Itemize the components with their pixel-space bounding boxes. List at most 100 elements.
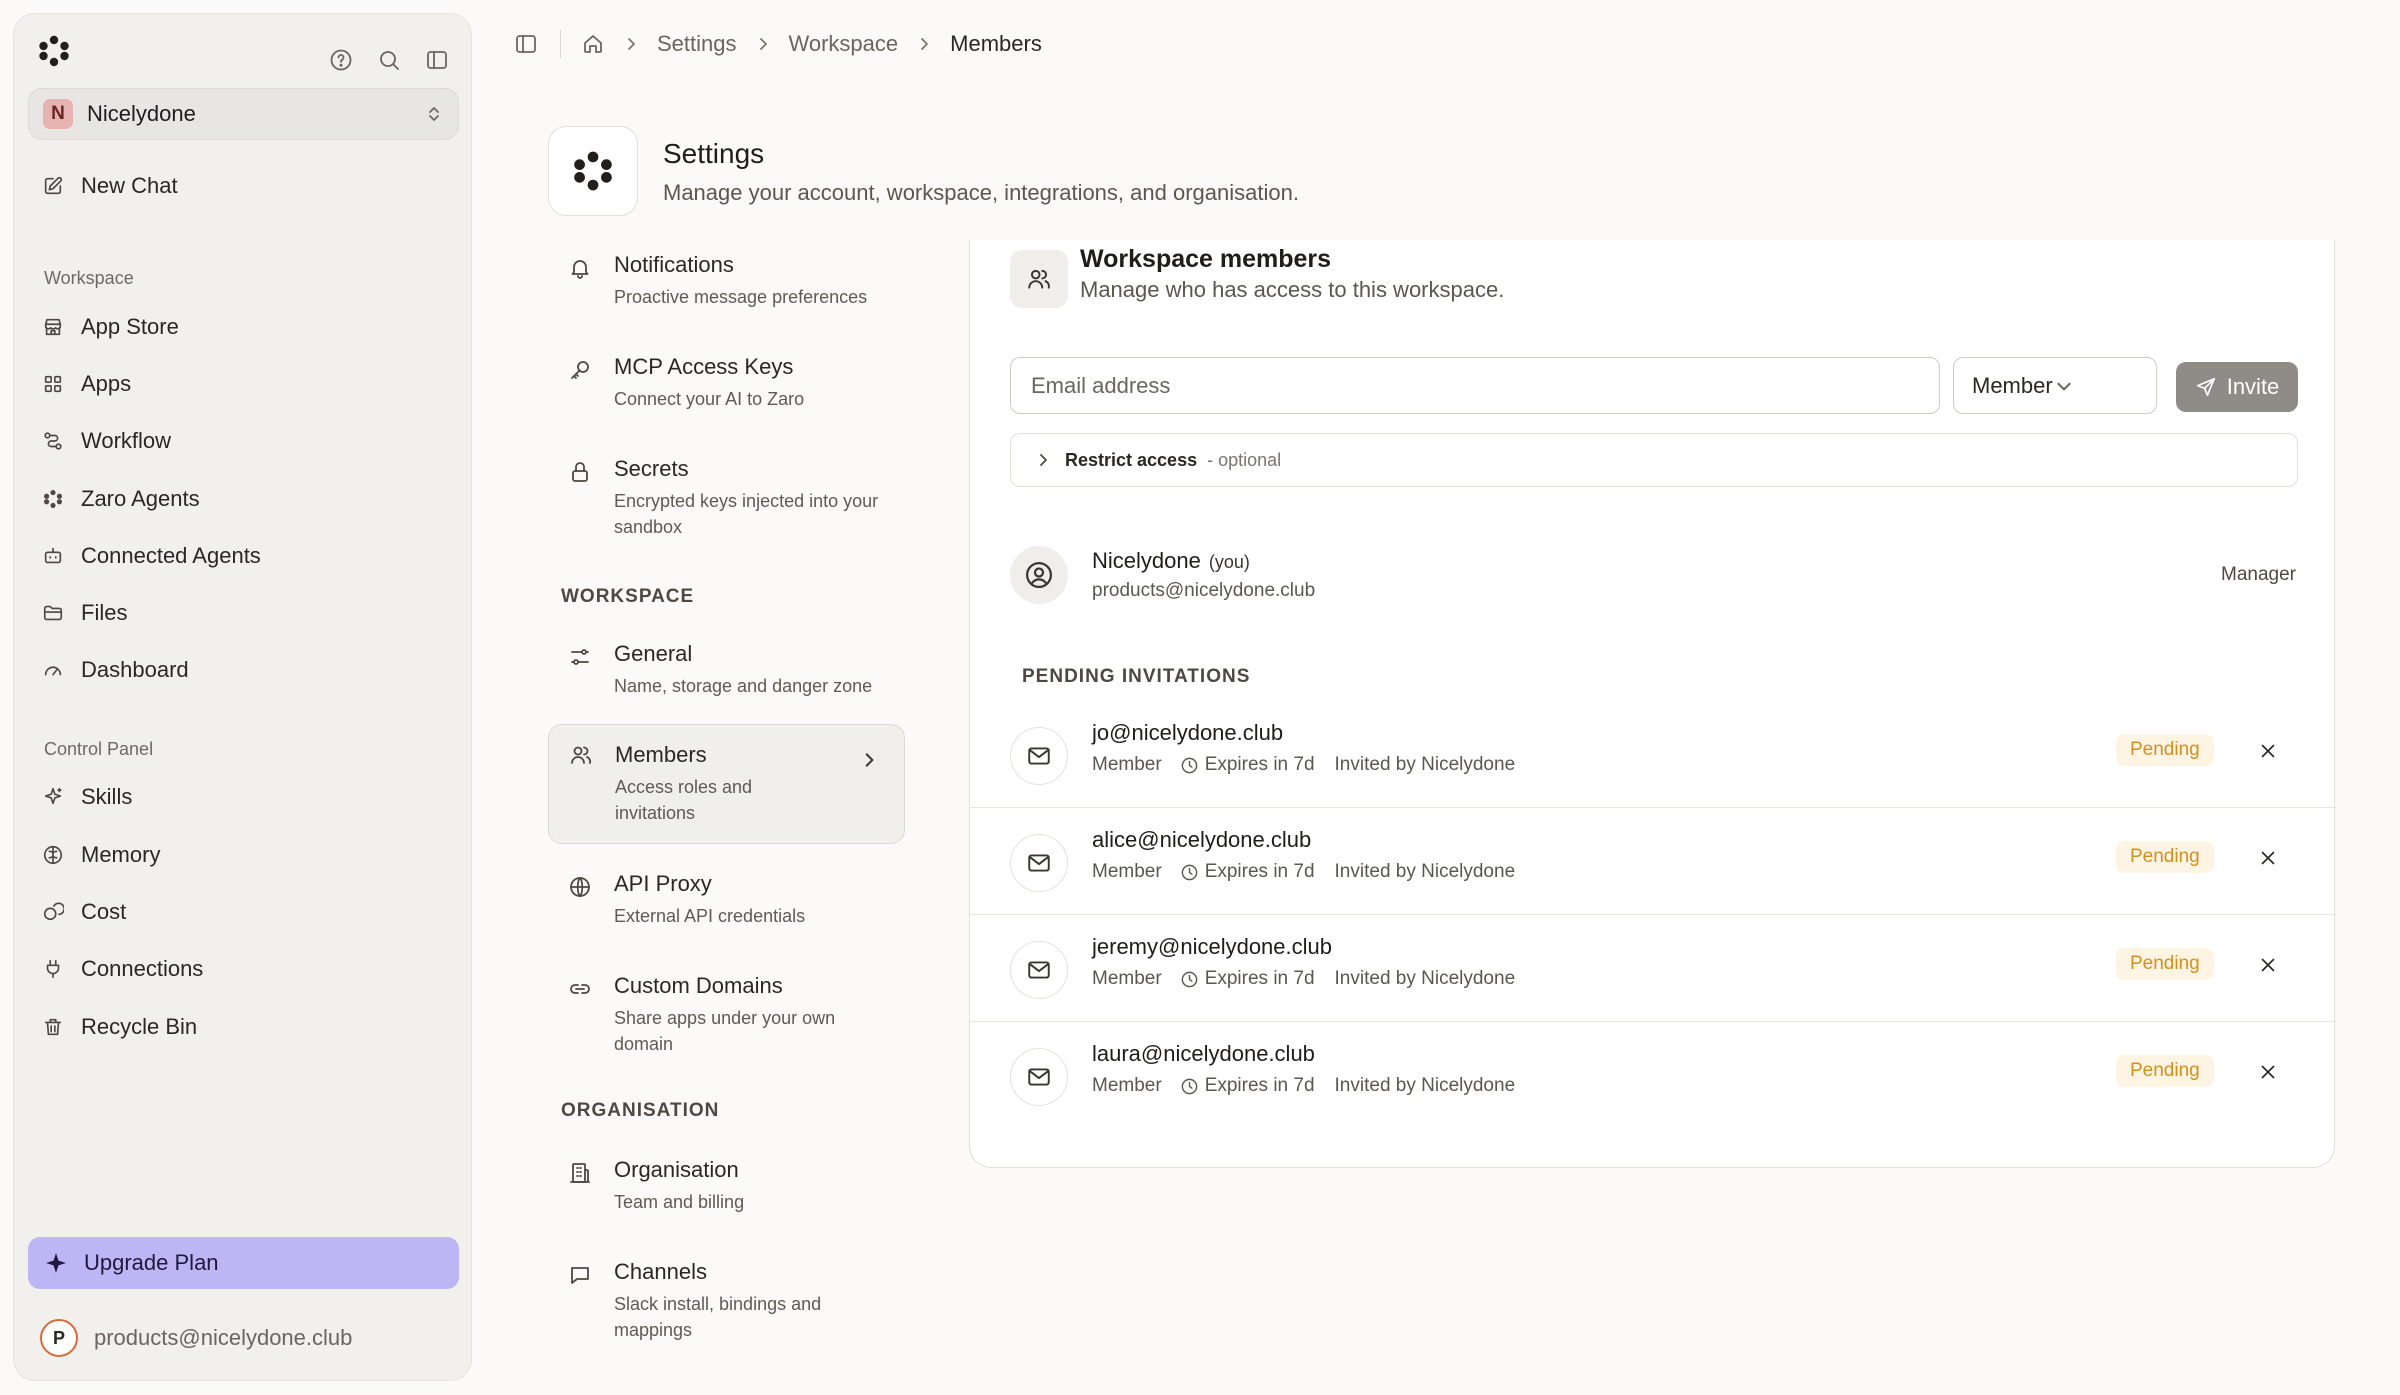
trash-icon bbox=[42, 1016, 64, 1038]
sidebar-item-skills[interactable]: Skills bbox=[42, 777, 132, 817]
invitation-inviter: Invited by Nicelydone bbox=[1334, 754, 1516, 775]
settings-nav-organisation[interactable]: Organisation Team and billing bbox=[548, 1157, 905, 1227]
mail-icon bbox=[1010, 1048, 1068, 1106]
nav-title: Organisation bbox=[614, 1157, 739, 1182]
sidebar-item-label: Memory bbox=[81, 842, 161, 867]
close-icon[interactable] bbox=[2257, 740, 2279, 762]
settings-nav-custom-domains[interactable]: Custom Domains Share apps under your own… bbox=[548, 973, 905, 1069]
help-icon[interactable] bbox=[329, 48, 353, 72]
invitation-inviter: Invited by Nicelydone bbox=[1334, 968, 1516, 989]
status-badge: Pending bbox=[2116, 841, 2214, 873]
invite-button[interactable]: Invite bbox=[2176, 362, 2298, 412]
divider bbox=[560, 30, 561, 58]
sidebar-item-workflow[interactable]: Workflow bbox=[42, 421, 171, 461]
sidebar-item-label: Connections bbox=[81, 956, 204, 981]
close-icon[interactable] bbox=[2257, 1061, 2279, 1083]
email-field[interactable] bbox=[1010, 357, 1940, 414]
role-select[interactable]: Member bbox=[1953, 357, 2157, 414]
workspace-switcher[interactable]: N Nicelydone bbox=[28, 88, 459, 140]
user-circle-icon bbox=[1010, 546, 1068, 604]
pending-invitations-heading: PENDING INVITATIONS bbox=[1022, 666, 1251, 687]
close-icon[interactable] bbox=[2257, 954, 2279, 976]
clock-icon bbox=[1180, 970, 1199, 989]
role-select-value: Member bbox=[1972, 372, 2053, 398]
agents-icon bbox=[42, 488, 64, 510]
workspace-members-panel: Workspace members Manage who has access … bbox=[969, 240, 2336, 1168]
sparkle-icon bbox=[42, 786, 64, 808]
user-account[interactable]: P products@nicelydone.club bbox=[40, 1319, 352, 1357]
search-icon[interactable] bbox=[377, 48, 401, 72]
new-chat-label: New Chat bbox=[81, 173, 178, 198]
chevron-down-icon bbox=[2055, 377, 2138, 395]
zaro-logo-icon[interactable] bbox=[36, 33, 72, 69]
settings-nav-general[interactable]: General Name, storage and danger zone bbox=[548, 641, 905, 711]
sidebar-item-app-store[interactable]: App Store bbox=[42, 307, 179, 347]
panel-toggle-icon[interactable] bbox=[425, 48, 449, 72]
invitation-row: jeremy@nicelydone.club Member Expires in… bbox=[970, 916, 2336, 1022]
sidebar-item-connections[interactable]: Connections bbox=[42, 949, 203, 989]
settings-nav-mcp-access-keys[interactable]: MCP Access Keys Connect your AI to Zaro bbox=[548, 354, 905, 424]
chevron-right-icon bbox=[1035, 452, 1051, 468]
sidebar-item-label: Dashboard bbox=[81, 657, 189, 682]
user-email: products@nicelydone.club bbox=[94, 1325, 353, 1350]
member-name: Nicelydone (you) bbox=[1092, 548, 1250, 574]
sidebar-item-cost[interactable]: Cost bbox=[42, 892, 126, 932]
section-workspace-label: Workspace bbox=[44, 268, 134, 288]
upgrade-plan-button[interactable]: Upgrade Plan bbox=[28, 1237, 459, 1289]
invitation-meta: Member Expires in 7d Invited by Nicelydo… bbox=[1092, 1075, 1515, 1097]
sidebar-item-dashboard[interactable]: Dashboard bbox=[42, 650, 189, 690]
invitation-expiry: Expires in 7d bbox=[1204, 861, 1315, 882]
sidebar-item-label: Skills bbox=[81, 784, 133, 809]
invitation-role: Member bbox=[1092, 861, 1162, 882]
breadcrumb-settings[interactable]: Settings bbox=[657, 31, 737, 57]
sidebar-item-label: Connected Agents bbox=[81, 543, 261, 568]
settings-nav-channels[interactable]: Channels Slack install, bindings and map… bbox=[548, 1259, 905, 1355]
workflow-icon bbox=[42, 430, 64, 452]
settings-logo-icon bbox=[548, 126, 638, 216]
settings-nav-notifications[interactable]: Notifications Proactive message preferen… bbox=[548, 252, 905, 322]
member-email: products@nicelydone.club bbox=[1092, 580, 1316, 601]
invitation-inviter: Invited by Nicelydone bbox=[1334, 1075, 1516, 1096]
sidebar-item-zaro-agents[interactable]: Zaro Agents bbox=[42, 479, 200, 519]
status-badge: Pending bbox=[2116, 734, 2214, 766]
chevron-right-icon bbox=[916, 36, 932, 52]
nav-description: External API credentials bbox=[614, 906, 806, 926]
sidebar-item-memory[interactable]: Memory bbox=[42, 835, 160, 875]
settings-nav-secrets[interactable]: Secrets Encrypted keys injected into you… bbox=[548, 456, 905, 552]
sidebar-item-connected-agents[interactable]: Connected Agents bbox=[42, 536, 261, 576]
invitation-row: jo@nicelydone.club Member Expires in 7d … bbox=[970, 702, 2336, 808]
restrict-access-toggle[interactable]: Restrict access - optional bbox=[1010, 433, 2298, 487]
nav-description: Connect your AI to Zaro bbox=[614, 389, 805, 409]
restrict-access-label: Restrict access bbox=[1065, 449, 1198, 470]
bot-icon bbox=[42, 545, 64, 567]
member-you-tag: (you) bbox=[1208, 552, 1250, 572]
sidebar-item-recycle-bin[interactable]: Recycle Bin bbox=[42, 1007, 197, 1047]
invitation-expiry: Expires in 7d bbox=[1204, 754, 1315, 775]
member-role: Manager bbox=[2221, 564, 2296, 585]
invitation-meta: Member Expires in 7d Invited by Nicelydo… bbox=[1092, 754, 1515, 776]
sidebar-item-files[interactable]: Files bbox=[42, 593, 127, 633]
invitation-inviter: Invited by Nicelydone bbox=[1334, 861, 1516, 882]
new-chat-button[interactable]: New Chat bbox=[42, 166, 178, 206]
avatar: P bbox=[40, 1319, 78, 1357]
sliders-icon bbox=[568, 645, 592, 669]
nav-title: MCP Access Keys bbox=[614, 354, 794, 379]
sidebar-item-apps[interactable]: Apps bbox=[42, 364, 131, 404]
close-icon[interactable] bbox=[2257, 847, 2279, 869]
invitation-expiry: Expires in 7d bbox=[1204, 1075, 1315, 1096]
settings-nav-api-proxy[interactable]: API Proxy External API credentials bbox=[548, 871, 905, 941]
nav-description: Name, storage and danger zone bbox=[614, 676, 873, 696]
invitation-email: laura@nicelydone.club bbox=[1092, 1041, 1315, 1066]
workspace-name: Nicelydone bbox=[87, 101, 196, 126]
users-icon bbox=[1010, 250, 1068, 308]
upgrade-plan-label: Upgrade Plan bbox=[84, 1250, 219, 1275]
home-icon[interactable] bbox=[581, 32, 605, 56]
settings-nav-members[interactable]: Members Access roles and invitations bbox=[548, 724, 905, 844]
clock-icon bbox=[1180, 1077, 1199, 1096]
status-badge: Pending bbox=[2116, 1055, 2214, 1087]
sidebar-toggle-icon[interactable] bbox=[514, 32, 538, 56]
mail-icon bbox=[1010, 941, 1068, 999]
nav-description: Encrypted keys injected into your sandbo… bbox=[614, 491, 879, 537]
breadcrumb-workspace[interactable]: Workspace bbox=[789, 31, 899, 57]
nav-description: Access roles and invitations bbox=[615, 777, 753, 823]
